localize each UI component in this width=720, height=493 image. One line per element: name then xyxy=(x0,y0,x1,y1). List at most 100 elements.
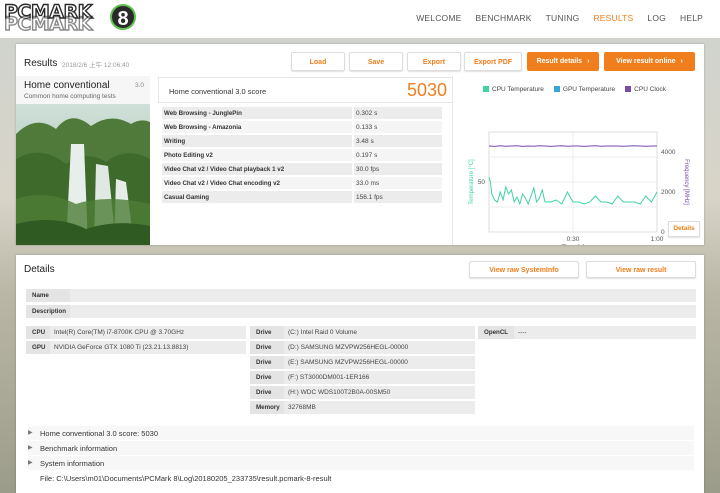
cpu-value: Intel(R) Core(TM) i7-8700K CPU @ 3.70GHz xyxy=(54,329,185,336)
table-row: Writing 3.48 s xyxy=(162,135,442,149)
expander-score[interactable]: ▶ Home conventional 3.0 score: 5030 xyxy=(28,426,694,440)
y-right-axis-label: Frequency [MHz] xyxy=(683,159,689,205)
subtest-name: Web Browsing - Amazonia xyxy=(164,124,242,131)
test-name: Home conventional xyxy=(24,80,110,91)
opencl-label: OpenCL xyxy=(478,326,514,339)
expander-label: Home conventional 3.0 score: 5030 xyxy=(40,429,158,438)
test-version: 3.0 xyxy=(134,82,144,89)
name-row: Name xyxy=(26,289,696,302)
drive-row: Drive (E:) SAMSUNG MZVPW256HEGL-00000 xyxy=(250,356,475,369)
memory-label: Memory xyxy=(250,401,284,414)
table-row: Video Chat v2 / Video Chat playback 1 v2… xyxy=(162,163,442,177)
drive-value: (H:) WDC WDS100T2B0A-00SM50 xyxy=(288,389,391,396)
monitoring-chart: CPU Temperature GPU Temperature CPU Cloc… xyxy=(452,76,704,245)
score-label: Home conventional 3.0 score xyxy=(169,87,267,96)
y-left-axis-label: Temperature [°C] xyxy=(469,159,475,205)
nav-help[interactable]: HELP xyxy=(673,13,710,23)
subtest-table: Web Browsing - JunglePin 0.302 s Web Brow… xyxy=(162,107,442,205)
view-raw-result-button[interactable]: View raw result xyxy=(586,261,696,278)
results-date: 2018/2/6 上午 12:06:40 xyxy=(62,62,130,69)
opencl-value: ---- xyxy=(518,329,527,336)
subtest-name: Casual Gaming xyxy=(164,194,210,201)
pcmark-logo: PCMARK PCMARK 8 xyxy=(3,2,136,34)
x-axis-label: Time [s] xyxy=(562,244,585,245)
chart-details-button[interactable]: Details xyxy=(668,221,700,237)
nav-welcome[interactable]: WELCOME xyxy=(409,13,468,23)
y-right-tick-label: 2000 xyxy=(661,189,676,196)
results-panel: Results 2018/2/6 上午 12:06:40 Load Save E… xyxy=(16,44,704,245)
score-box: Home conventional 3.0 score 5030 xyxy=(158,77,456,103)
test-card: Home conventional 3.0 Common home comput… xyxy=(16,76,150,245)
logo-number: 8 xyxy=(110,4,136,30)
cpu-row: CPU Intel(R) Core(TM) i7-8700K CPU @ 3.7… xyxy=(26,326,246,339)
result-details-button[interactable]: Result details › xyxy=(527,52,599,71)
drive-label: Drive xyxy=(250,341,284,354)
nav-benchmark[interactable]: BENCHMARK xyxy=(469,13,539,23)
drive-value: (D:) SAMSUNG MZVPW256HEGL-00000 xyxy=(288,344,409,351)
result-details-label: Result details xyxy=(536,58,583,65)
waterfall-image xyxy=(16,104,150,245)
chevron-right-icon: › xyxy=(587,58,590,65)
subtest-name: Web Browsing - JunglePin xyxy=(164,110,242,117)
table-row: Web Browsing - JunglePin 0.302 s xyxy=(162,107,442,121)
description-value xyxy=(70,305,74,318)
subtest-value: 0.197 s xyxy=(356,152,378,159)
view-online-label: View result online xyxy=(616,58,676,65)
top-bar: PCMARK PCMARK 8 WELCOME BENCHMARK TUNING… xyxy=(0,0,720,38)
view-raw-systeminfo-button[interactable]: View raw SystemInfo xyxy=(469,261,579,278)
memory-value: 32768MB xyxy=(288,404,316,411)
gpu-row: GPU NVIDIA GeForce GTX 1080 Ti (23.21.13… xyxy=(26,341,246,354)
series-cpu-clock xyxy=(488,145,657,147)
view-result-online-button[interactable]: View result online › xyxy=(604,52,695,71)
subtest-name: Photo Editing v2 xyxy=(164,152,213,159)
nav-log[interactable]: LOG xyxy=(640,13,673,23)
x-tick-label: 1:00 xyxy=(651,236,664,243)
table-row: Casual Gaming 156.1 fps xyxy=(162,191,442,205)
subtest-name: Video Chat v2 / Video Chat playback 1 v2 xyxy=(164,166,285,173)
subtest-value: 30.0 fps xyxy=(356,166,380,173)
load-button[interactable]: Load xyxy=(291,52,345,71)
save-button[interactable]: Save xyxy=(349,52,403,71)
subtest-value: 3.48 s xyxy=(356,138,374,145)
x-tick-label: 0:30 xyxy=(567,236,580,243)
y-left-tick-label: 50 xyxy=(478,179,486,186)
name-value xyxy=(70,289,74,302)
chevron-right-icon: ▶ xyxy=(28,460,33,466)
file-path: File: C:\Users\m01\Documents\PCMark 8\Lo… xyxy=(40,474,332,483)
gpu-label: GPU xyxy=(26,341,50,354)
chevron-right-icon: ▶ xyxy=(28,430,33,436)
cpu-label: CPU xyxy=(26,326,50,339)
drive-row: Drive (H:) WDC WDS100T2B0A-00SM50 xyxy=(250,386,475,399)
export-pdf-button[interactable]: Export PDF xyxy=(464,52,522,71)
test-subtitle: Common home computing tests xyxy=(24,93,116,100)
drive-row: Drive (D:) SAMSUNG MZVPW256HEGL-00000 xyxy=(250,341,475,354)
drive-label: Drive xyxy=(250,386,284,399)
chart-svg: 0:30 1:00 Time [s] 50Temperature [°C] 4000 20… xyxy=(469,131,689,245)
table-row: Photo Editing v2 0.197 s xyxy=(162,149,442,163)
results-title: Results xyxy=(24,58,58,69)
subtest-value: 33.0 ms xyxy=(356,180,380,187)
subtest-value: 0.302 s xyxy=(356,110,378,117)
details-panel: Details View raw SystemInfo View raw res… xyxy=(16,255,704,493)
export-button[interactable]: Export xyxy=(407,52,461,71)
opencl-row: OpenCL ---- xyxy=(478,326,696,339)
subtest-value: 156.1 fps xyxy=(356,194,383,201)
subtest-name: Video Chat v2 / Video Chat encoding v2 xyxy=(164,180,280,187)
expander-system-info[interactable]: ▶ System information xyxy=(28,456,694,470)
expander-label: System information xyxy=(40,459,105,468)
chevron-right-icon: ▶ xyxy=(28,445,33,451)
nav-tuning[interactable]: TUNING xyxy=(539,13,587,23)
drive-value: (C:) Intel Raid 0 Volume xyxy=(288,329,358,336)
drive-value: (F:) ST3000DM001-1ER166 xyxy=(288,374,370,381)
subtest-value: 0.133 s xyxy=(356,124,378,131)
nav-results[interactable]: RESULTS xyxy=(586,13,640,23)
y-right-tick-label: 0 xyxy=(661,229,665,236)
description-row: Description xyxy=(26,305,696,318)
drive-row: Drive (F:) ST3000DM001-1ER166 xyxy=(250,371,475,384)
table-row: Web Browsing - Amazonia 0.133 s xyxy=(162,121,442,135)
expander-benchmark-info[interactable]: ▶ Benchmark information xyxy=(28,441,694,455)
drive-row: Drive (C:) Intel Raid 0 Volume xyxy=(250,326,475,339)
description-label: Description xyxy=(26,305,70,318)
score-value: 5030 xyxy=(406,80,447,100)
y-right-tick-label: 4000 xyxy=(661,149,676,156)
